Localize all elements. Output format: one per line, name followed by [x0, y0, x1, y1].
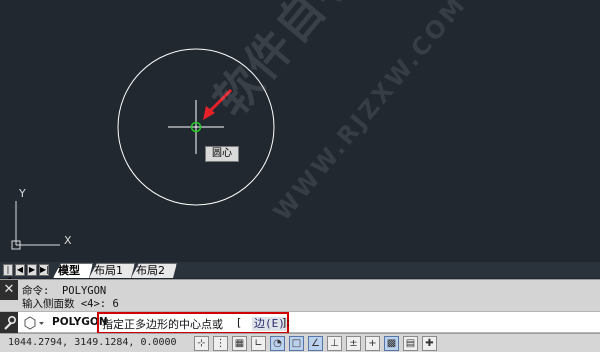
ucs-x-label: X	[64, 234, 72, 247]
next-tab-button[interactable]: ▶	[27, 264, 37, 276]
customize-icon[interactable]	[0, 312, 18, 334]
tab-model[interactable]: 模型	[53, 263, 93, 278]
dynamic-input-icon[interactable]: ±	[346, 336, 361, 351]
dynamic-ucs-icon[interactable]: ⊥	[327, 336, 342, 351]
history-line-2: 输入侧面数 <4>: 6	[22, 298, 119, 310]
close-icon[interactable]: ✕	[0, 280, 18, 300]
selection-cycling-icon[interactable]: ✚	[422, 336, 437, 351]
command-prompt-text: 指定正多边形的中心点或	[102, 318, 223, 331]
tab-layout2[interactable]: 布局2	[131, 263, 177, 278]
quick-properties-icon[interactable]: ▤	[403, 336, 418, 351]
command-prompt-suffix: ]:	[282, 316, 290, 329]
wrench-icon	[4, 316, 17, 330]
first-tab-button[interactable]: |◀	[3, 264, 13, 284]
option-open-bracket: [	[237, 316, 242, 329]
snap-mode-icon[interactable]: ⋮	[213, 336, 228, 351]
object-snap-icon[interactable]: □	[289, 336, 304, 351]
command-history: ✕ 命令: POLYGON 输入侧面数 <4>: 6	[0, 279, 600, 311]
status-bar: 1044.2794, 3149.1284, 0.0000 ⊹ ⋮ ▦ ∟ ◔ □…	[0, 333, 600, 352]
ortho-mode-icon[interactable]: ∟	[251, 336, 266, 351]
recent-commands-icon[interactable]	[24, 316, 46, 330]
polar-tracking-icon[interactable]: ◔	[270, 336, 285, 351]
command-prompt-highlight: 指定正多边形的中心点或 [ 边(E) ]:	[97, 312, 290, 334]
last-tab-button[interactable]: ▶|	[39, 264, 49, 276]
ucs-icon	[11, 201, 60, 250]
transparency-icon[interactable]: ▩	[384, 336, 399, 351]
grid-display-icon[interactable]: ▦	[232, 336, 247, 351]
tab-layout1[interactable]: 布局1	[89, 263, 135, 278]
ucs-y-label: Y	[19, 187, 26, 200]
infer-constraints-icon[interactable]: ⊹	[194, 336, 209, 351]
cursor-coordinates: 1044.2794, 3149.1284, 0.0000	[8, 337, 177, 348]
command-line[interactable]: POLYGON 指定正多边形的中心点或 [ 边(E) ]:	[0, 311, 600, 334]
layout-tab-bar: |◀ ◀ ▶ ▶| 模型 布局1 布局2	[0, 262, 600, 284]
object-snap-tracking-icon[interactable]: ∠	[308, 336, 323, 351]
snap-tooltip: 圆心	[205, 146, 239, 162]
previous-tab-button[interactable]: ◀	[15, 264, 25, 276]
drawing-canvas[interactable]: Y X 软件自学网 WWW.RJZXW.COM 圆心	[0, 0, 600, 262]
lineweight-icon[interactable]: +	[365, 336, 380, 351]
